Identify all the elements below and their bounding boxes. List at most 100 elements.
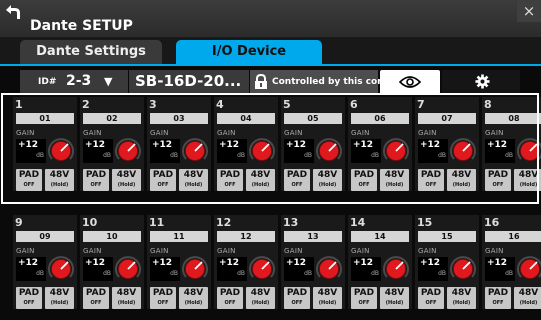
channel-number: 14 [350,216,366,229]
gain-knob-icon[interactable] [516,255,541,283]
channel-strip-7[interactable]: 7 07 GAIN +12 dB PAD OFF 48V (Hold) [415,97,479,191]
pad-state: OFF [358,300,370,306]
gain-label: GAIN [150,247,169,255]
control-status[interactable]: Controlled by this console [250,70,404,94]
pad-state: OFF [291,182,303,188]
gain-label: GAIN [418,247,437,255]
channel-name[interactable]: 02 [83,113,141,124]
channel-strip-12[interactable]: 12 12 GAIN +12 dB PAD OFF 48V (Hold) [214,215,278,309]
phantom-power-button[interactable]: 48V (Hold) [380,287,409,309]
gain-knob-icon[interactable] [449,255,477,283]
phantom-power-button[interactable]: 48V (Hold) [45,169,74,191]
pad-button[interactable]: PAD OFF [284,169,310,191]
channel-strip-14[interactable]: 14 14 GAIN +12 dB PAD OFF 48V (Hold) [348,215,412,309]
channel-strip-9[interactable]: 9 09 GAIN +12 dB PAD OFF 48V (Hold) [13,215,77,309]
phantom-power-button[interactable]: 48V (Hold) [447,169,476,191]
pad-button[interactable]: PAD OFF [83,287,109,309]
channel-strip-4[interactable]: 4 04 GAIN +12 dB PAD OFF 48V (Hold) [214,97,278,191]
channel-name[interactable]: 14 [351,231,409,242]
pad-button[interactable]: PAD OFF [418,287,444,309]
pad-label: PAD [18,288,40,298]
channel-strip-10[interactable]: 10 10 GAIN +12 dB PAD OFF 48V (Hold) [80,215,144,309]
phantom-power-button[interactable]: 48V (Hold) [179,287,208,309]
channel-name[interactable]: 15 [418,231,476,242]
settings-button[interactable] [442,70,520,94]
view-toggle-button[interactable] [380,70,440,94]
channel-strip-11[interactable]: 11 11 GAIN +12 dB PAD OFF 48V (Hold) [147,215,211,309]
pad-button[interactable]: PAD OFF [16,287,42,309]
pad-button[interactable]: PAD OFF [485,169,511,191]
gain-knob-icon[interactable] [315,137,343,165]
gain-knob-icon[interactable] [181,255,209,283]
gain-knob-icon[interactable] [47,137,75,165]
channel-strip-5[interactable]: 5 05 GAIN +12 dB PAD OFF 48V (Hold) [281,97,345,191]
channel-name[interactable]: 16 [485,231,541,242]
gain-unit: dB [103,152,111,159]
device-id-selector[interactable]: ID# 2-3 ▼ [20,70,128,94]
channel-name[interactable]: 03 [150,113,208,124]
back-arrow-icon[interactable] [4,3,22,21]
pad-button[interactable]: PAD OFF [418,169,444,191]
pad-button[interactable]: PAD OFF [150,169,176,191]
pad-label: PAD [18,170,40,180]
channel-name[interactable]: 12 [217,231,275,242]
channel-strip-1[interactable]: 1 01 GAIN +12 dB PAD OFF 48V (Hold) [13,97,77,191]
channel-name[interactable]: 06 [351,113,409,124]
phantom-power-button[interactable]: 48V (Hold) [246,169,275,191]
gain-knob-icon[interactable] [449,137,477,165]
channel-strip-3[interactable]: 3 03 GAIN +12 dB PAD OFF 48V (Hold) [147,97,211,191]
tab-dante-settings[interactable]: Dante Settings [20,40,162,64]
phantom-power-button[interactable]: 48V (Hold) [447,287,476,309]
channel-strip-6[interactable]: 6 06 GAIN +12 dB PAD OFF 48V (Hold) [348,97,412,191]
pad-button[interactable]: PAD OFF [16,169,42,191]
pad-button[interactable]: PAD OFF [485,287,511,309]
tab-io-device[interactable]: I/O Device [176,40,322,64]
channel-strip-8[interactable]: 8 08 GAIN +12 dB PAD OFF 48V (Hold) [482,97,541,191]
phantom-power-button[interactable]: 48V (Hold) [246,287,275,309]
channel-name[interactable]: 05 [284,113,342,124]
phantom-power-button[interactable]: 48V (Hold) [112,169,141,191]
channel-name[interactable]: 10 [83,231,141,242]
device-model-field[interactable]: SB-16D-20... [129,70,366,94]
channel-name[interactable]: 07 [418,113,476,124]
pad-button[interactable]: PAD OFF [284,287,310,309]
gain-knob-icon[interactable] [315,255,343,283]
pad-button[interactable]: PAD OFF [351,169,377,191]
pad-button[interactable]: PAD OFF [351,287,377,309]
pad-button[interactable]: PAD OFF [83,169,109,191]
phantom-power-button[interactable]: 48V (Hold) [514,287,541,309]
channel-strip-15[interactable]: 15 15 GAIN +12 dB PAD OFF 48V (Hold) [415,215,479,309]
phantom-power-button[interactable]: 48V (Hold) [313,287,342,309]
gain-knob-icon[interactable] [248,137,276,165]
pad-button[interactable]: PAD OFF [150,287,176,309]
channel-name[interactable]: 08 [485,113,541,124]
gain-knob-icon[interactable] [516,137,541,165]
phantom-power-button[interactable]: 48V (Hold) [514,169,541,191]
gain-knob-icon[interactable] [382,255,410,283]
channel-name[interactable]: 01 [16,113,74,124]
channel-name[interactable]: 11 [150,231,208,242]
phantom-power-button[interactable]: 48V (Hold) [45,287,74,309]
channel-name[interactable]: 13 [284,231,342,242]
channel-strip-2[interactable]: 2 02 GAIN +12 dB PAD OFF 48V (Hold) [80,97,144,191]
gain-knob-icon[interactable] [47,255,75,283]
channel-strip-16[interactable]: 16 16 GAIN +12 dB PAD OFF 48V (Hold) [482,215,541,309]
phantom-power-button[interactable]: 48V (Hold) [179,169,208,191]
phantom-power-button[interactable]: 48V (Hold) [380,169,409,191]
pad-state: OFF [492,182,504,188]
gain-knob-icon[interactable] [248,255,276,283]
phantom-label: 48V [49,288,70,298]
close-button[interactable]: × [517,0,541,22]
gain-knob-icon[interactable] [114,255,142,283]
gain-knob-icon[interactable] [181,137,209,165]
channel-name[interactable]: 04 [217,113,275,124]
pad-button[interactable]: PAD OFF [217,169,243,191]
gain-knob-icon[interactable] [114,137,142,165]
gain-knob-icon[interactable] [382,137,410,165]
phantom-power-button[interactable]: 48V (Hold) [112,287,141,309]
channel-name[interactable]: 09 [16,231,74,242]
phantom-power-button[interactable]: 48V (Hold) [313,169,342,191]
channel-strip-13[interactable]: 13 13 GAIN +12 dB PAD OFF 48V (Hold) [281,215,345,309]
gain-value: +12 [219,258,240,268]
pad-button[interactable]: PAD OFF [217,287,243,309]
